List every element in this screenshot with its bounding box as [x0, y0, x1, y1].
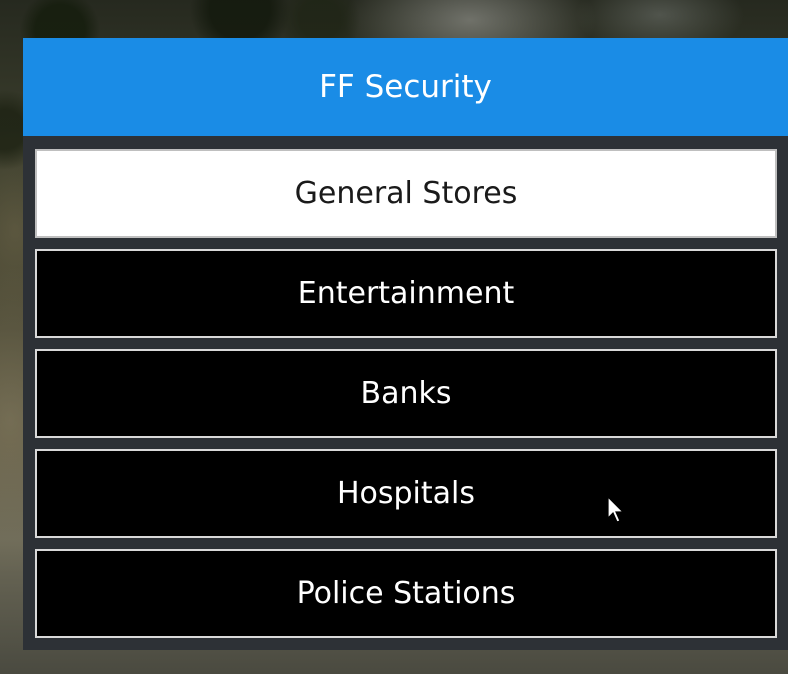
menu-title: FF Security: [23, 38, 788, 136]
menu-item-police-stations[interactable]: Police Stations: [35, 549, 777, 638]
menu-item-banks[interactable]: Banks: [35, 349, 777, 438]
menu-item-entertainment[interactable]: Entertainment: [35, 249, 777, 338]
menu-panel: FF Security General Stores Entertainment…: [23, 38, 788, 650]
mouse-pointer-icon: [607, 496, 625, 523]
menu-item-hospitals[interactable]: Hospitals: [35, 449, 777, 538]
menu-item-general-stores[interactable]: General Stores: [35, 149, 777, 238]
